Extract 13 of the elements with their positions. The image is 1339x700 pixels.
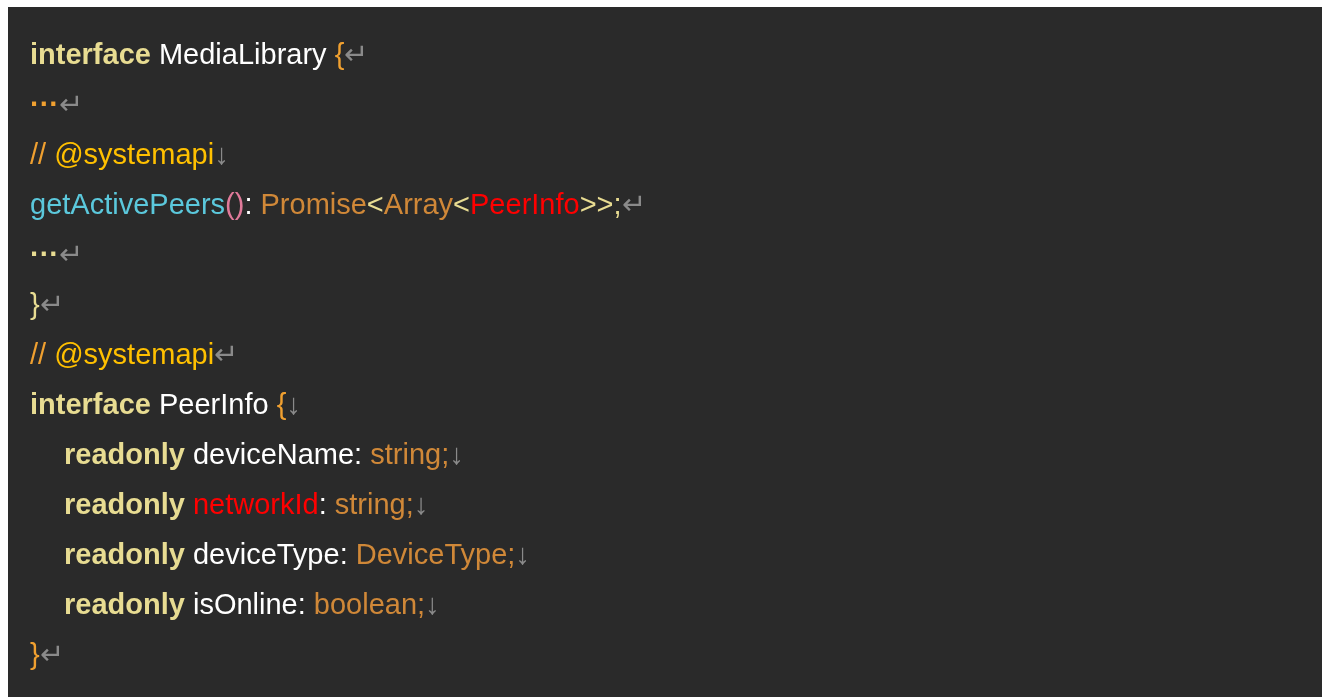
- code-line: ···↵: [30, 87, 83, 122]
- code-line: readonly networkId: string;↓: [64, 487, 429, 522]
- code-line: ···↵: [30, 237, 83, 272]
- code-line: interface MediaLibrary {↵: [30, 37, 369, 72]
- code-line: getActivePeers(): Promise<Array<PeerInfo>>;↵: [30, 187, 646, 222]
- code-line: }↵: [30, 287, 64, 322]
- code-line: readonly isOnline: boolean;↓: [64, 587, 440, 622]
- code-line: readonly deviceType: DeviceType;↓: [64, 537, 530, 572]
- code-line: readonly deviceName: string;↓: [64, 437, 464, 472]
- code-line: }↵: [30, 637, 64, 672]
- code-line: interface PeerInfo {↓: [30, 387, 301, 422]
- code-line: // @systemapi↵: [30, 337, 239, 372]
- code-line: // @systemapi↓: [30, 137, 229, 172]
